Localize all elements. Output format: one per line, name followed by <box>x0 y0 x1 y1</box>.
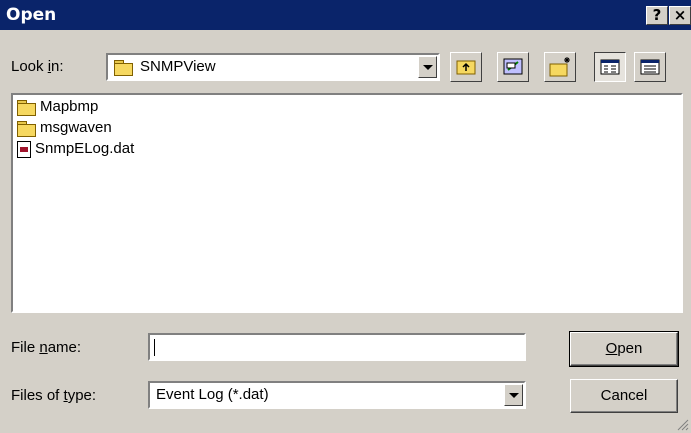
help-button[interactable]: ? <box>646 6 668 25</box>
folder-icon <box>114 60 133 76</box>
file-name-label: File name: <box>11 339 82 356</box>
look-in-label: Look in: <box>11 58 64 75</box>
look-in-combo[interactable]: SNMPView <box>106 53 440 81</box>
data-file-icon <box>17 140 31 158</box>
desktop-button[interactable] <box>497 52 529 82</box>
title-bar[interactable]: Open ? × <box>0 0 691 30</box>
list-item[interactable]: Mapbmp <box>17 97 98 117</box>
desktop-icon <box>503 58 523 75</box>
files-of-type-label: Files of type: <box>11 387 97 404</box>
new-folder-button[interactable] <box>544 52 576 82</box>
chevron-down-icon[interactable] <box>504 384 523 406</box>
new-folder-icon <box>549 57 570 77</box>
details-view-button[interactable] <box>634 52 666 82</box>
open-dialog: Open ? × Look in: SNMPView Mapbmp msgwav… <box>0 0 691 433</box>
list-view-button[interactable] <box>594 52 626 82</box>
list-item[interactable]: SnmpELog.dat <box>17 139 134 159</box>
list-item[interactable]: msgwaven <box>17 118 112 138</box>
folder-icon <box>17 120 36 137</box>
folder-icon <box>17 99 36 116</box>
file-name-input[interactable] <box>148 333 526 361</box>
resize-grip-icon[interactable] <box>676 418 689 431</box>
details-view-icon <box>640 59 660 75</box>
file-list[interactable]: Mapbmp msgwaven SnmpELog.dat <box>11 93 683 313</box>
up-one-level-icon <box>456 60 476 75</box>
look-in-value: SNMPView <box>140 58 216 75</box>
text-caret <box>154 339 155 356</box>
cancel-button[interactable]: Cancel <box>570 379 678 413</box>
chevron-down-icon[interactable] <box>418 56 437 78</box>
window-title: Open <box>6 5 57 25</box>
files-of-type-combo[interactable]: Event Log (*.dat) <box>148 381 526 409</box>
close-button[interactable]: × <box>669 6 691 25</box>
open-button[interactable]: Open <box>569 331 679 367</box>
up-one-level-button[interactable] <box>450 52 482 82</box>
list-view-icon <box>600 59 620 75</box>
files-of-type-value: Event Log (*.dat) <box>156 386 269 403</box>
